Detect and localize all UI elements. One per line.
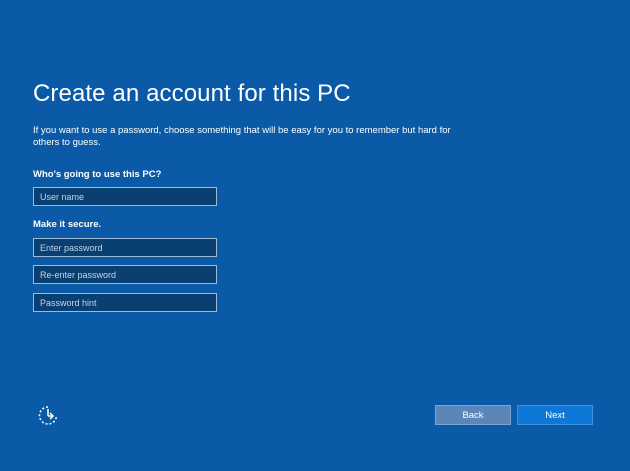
page-title: Create an account for this PC <box>33 80 351 107</box>
next-button[interactable]: Next <box>517 405 593 425</box>
back-button[interactable]: Back <box>435 405 511 425</box>
username-section-label: Who's going to use this PC? <box>33 169 162 180</box>
password-hint-input[interactable]: Password hint <box>33 293 217 312</box>
next-button-label: Next <box>545 409 565 421</box>
password-section-label: Make it secure. <box>33 219 102 230</box>
ease-of-access-icon[interactable] <box>36 404 60 428</box>
password-hint-placeholder: Password hint <box>40 297 97 308</box>
username-placeholder: User name <box>40 191 85 202</box>
page-description: If you want to use a password, choose so… <box>33 125 451 148</box>
account-setup-page: Create an account for this PC If you wan… <box>0 0 630 471</box>
password-placeholder: Enter password <box>40 242 103 253</box>
reenter-password-placeholder: Re-enter password <box>40 269 117 280</box>
ease-of-access-icon-svg <box>38 406 58 425</box>
password-input[interactable]: Enter password <box>33 238 217 257</box>
username-input[interactable]: User name <box>33 187 217 206</box>
reenter-password-input[interactable]: Re-enter password <box>33 265 217 284</box>
back-button-label: Back <box>462 409 484 421</box>
